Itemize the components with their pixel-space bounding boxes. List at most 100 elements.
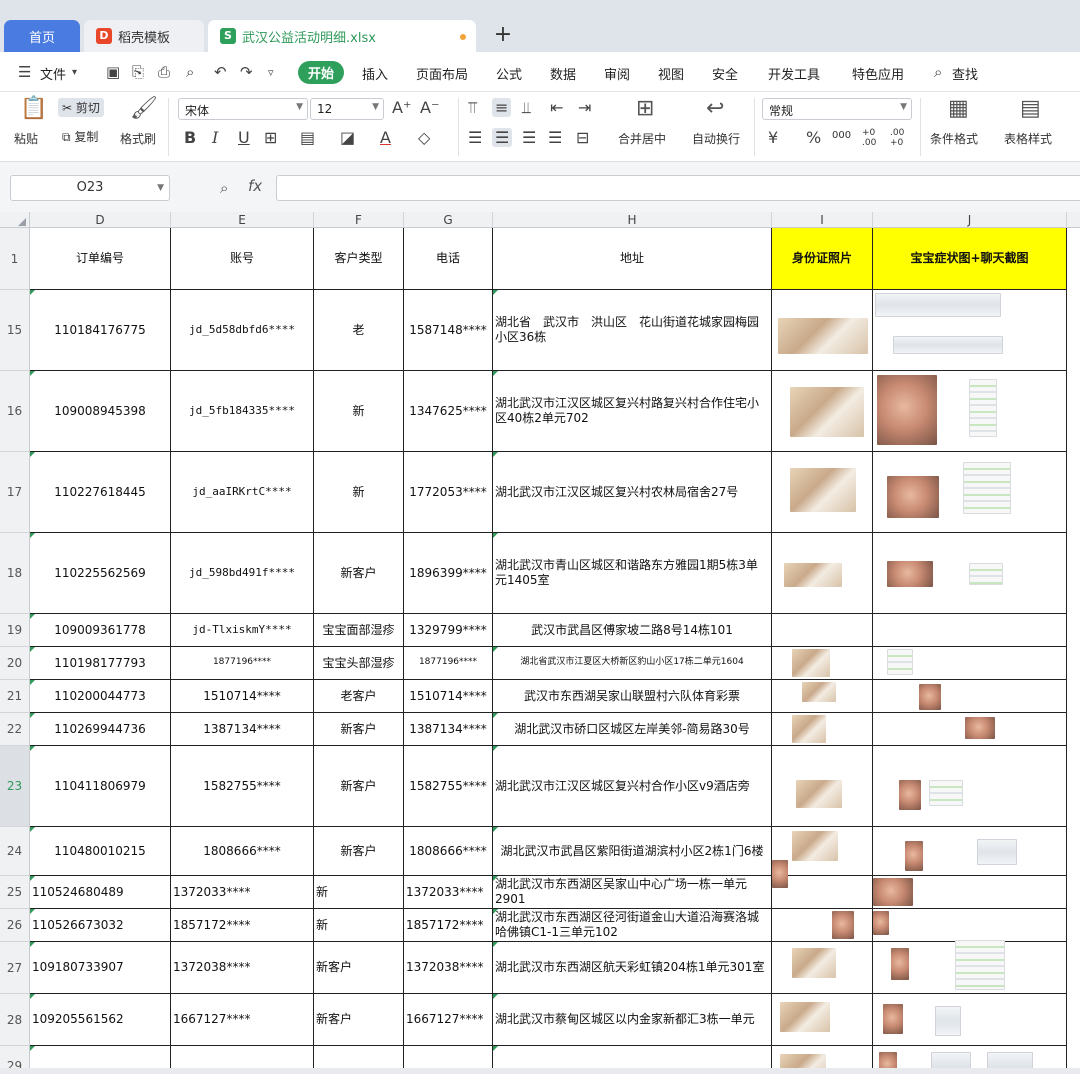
menu-search[interactable]: 查找 — [952, 64, 978, 83]
cell-address[interactable]: 湖北省武汉市江夏区大桥新区豹山小区17栋二单元1604 — [493, 647, 772, 680]
zoom-formula-icon[interactable]: ⌕ — [220, 179, 228, 197]
baby-symptom-photo[interactable] — [919, 684, 941, 710]
cell-address[interactable]: 湖北省 武汉市 洪山区 花山街道花城家园梅园小区36栋 — [493, 290, 772, 371]
font-grow-icon[interactable]: A⁺ — [392, 98, 411, 117]
cell-phone[interactable]: 1857172**** — [404, 909, 493, 942]
print-preview-icon[interactable]: ⌕ — [186, 63, 194, 81]
cell-address[interactable]: 湖北武汉市东西湖区航天彩虹镇204栋1单元301室 — [493, 942, 772, 994]
tab-home[interactable]: 首页 — [4, 20, 80, 52]
header-cell-id-photo[interactable]: 身份证照片 — [772, 228, 873, 290]
cell-symptoms[interactable] — [873, 827, 1067, 876]
column-header-j[interactable]: J — [873, 212, 1067, 228]
cell-account[interactable]: 1372038**** — [171, 942, 314, 994]
cell-account[interactable]: jd_aaIRKrtC**** — [171, 452, 314, 533]
cell-phone[interactable]: 1582755**** — [404, 746, 493, 827]
menu-security[interactable]: 安全 — [712, 64, 738, 83]
export-icon[interactable]: ⎘ — [132, 63, 144, 81]
baby-symptom-photo[interactable] — [887, 561, 933, 587]
cell-account[interactable]: 1510714**** — [171, 680, 314, 713]
column-header-h[interactable]: H — [493, 212, 772, 228]
header-cell-account[interactable]: 账号 — [171, 228, 314, 290]
cell-account[interactable]: jd_5d58dbfd6**** — [171, 290, 314, 371]
id-card-photo[interactable] — [792, 831, 838, 861]
cell-account[interactable]: jd-TlxiskmY**** — [171, 614, 314, 647]
cell-address[interactable]: 湖北武汉市东西湖区吴家山中心广场一栋一单元2901 — [493, 876, 772, 909]
header-cell-symptoms[interactable]: 宝宝症状图+聊天截图 — [873, 228, 1067, 290]
baby-symptom-photo[interactable] — [891, 948, 909, 980]
row-header[interactable]: 20 — [0, 647, 30, 680]
redo-icon[interactable]: ↷ — [240, 63, 253, 81]
customize-icon[interactable]: ▿ — [268, 66, 274, 79]
id-card-photo[interactable] — [790, 387, 864, 437]
cell-account[interactable]: 1808666**** — [171, 827, 314, 876]
baby-symptom-photo[interactable] — [832, 911, 854, 939]
conditional-format-icon[interactable]: ▦ — [948, 96, 969, 121]
menu-page-layout[interactable]: 页面布局 — [416, 64, 468, 83]
menu-file[interactable]: 文件 — [40, 64, 66, 83]
cell-phone[interactable]: 1896399**** — [404, 533, 493, 614]
align-center-icon[interactable]: ☰ — [492, 128, 513, 147]
baby-symptom-photo[interactable] — [873, 911, 889, 935]
thousands-button[interactable]: 000 — [832, 130, 851, 141]
font-size-select[interactable]: 12 ▼ — [310, 98, 384, 120]
tab-template[interactable]: D 稻壳模板 — [84, 20, 204, 52]
cell-phone[interactable]: 1329799**** — [404, 614, 493, 647]
number-format-select[interactable]: 常规 ▼ — [762, 98, 912, 120]
chat-screenshot[interactable] — [893, 336, 1003, 354]
menu-formulas[interactable]: 公式 — [496, 64, 522, 83]
row-header[interactable]: 27 — [0, 942, 30, 994]
cell-type[interactable]: 新 — [314, 909, 404, 942]
copy-button[interactable]: ⧉ 复制 — [62, 128, 98, 145]
header-cell-order[interactable]: 订单编号 — [30, 228, 171, 290]
fill-style-icon[interactable]: ▤ — [300, 128, 315, 147]
baby-symptom-photo[interactable] — [899, 780, 921, 810]
cell-id-photo[interactable] — [772, 614, 873, 647]
cell-id-photo[interactable] — [772, 909, 873, 942]
chat-screenshot[interactable] — [969, 379, 997, 437]
cell-order[interactable]: 110225562569 — [30, 533, 171, 614]
cell-phone[interactable]: 1587148**** — [404, 290, 493, 371]
cell-type[interactable]: 老 — [314, 290, 404, 371]
cell-account[interactable]: 1372033**** — [171, 876, 314, 909]
row-header[interactable]: 16 — [0, 371, 30, 452]
formula-input[interactable] — [276, 175, 1080, 201]
row-header[interactable]: 18 — [0, 533, 30, 614]
cell-symptoms[interactable] — [873, 680, 1067, 713]
cell-address[interactable]: 武汉市东西湖吴家山联盟村六队体育彩票 — [493, 680, 772, 713]
cell-account[interactable]: 1667127**** — [171, 994, 314, 1046]
row-header[interactable]: 17 — [0, 452, 30, 533]
id-card-photo[interactable] — [796, 780, 842, 808]
cell-address[interactable]: 湖北武汉市硚口区城区左岸美邻-简易路30号 — [493, 713, 772, 746]
baby-symptom-photo[interactable] — [887, 476, 939, 518]
conditional-format-button[interactable]: 条件格式 — [930, 130, 978, 147]
cell-order[interactable]: 109180733907 — [30, 942, 171, 994]
header-cell-type[interactable]: 客户类型 — [314, 228, 404, 290]
cell-order[interactable]: 110200044773 — [30, 680, 171, 713]
chat-screenshot[interactable] — [963, 462, 1011, 514]
cell-address[interactable]: 武汉市武昌区傅家坡二路8号14栋101 — [493, 614, 772, 647]
id-card-photo[interactable] — [778, 318, 868, 354]
paste-icon[interactable]: 📋 — [20, 96, 47, 121]
search-icon[interactable]: ⌕ — [934, 63, 942, 81]
id-card-photo[interactable] — [790, 468, 856, 512]
column-header-e[interactable]: E — [171, 212, 314, 228]
cell-order[interactable]: 109205561562 — [30, 994, 171, 1046]
chat-screenshot[interactable] — [935, 1006, 961, 1036]
cell-type[interactable]: 新客户 — [314, 827, 404, 876]
borders-icon[interactable]: ⊞ — [264, 128, 277, 147]
menu-data[interactable]: 数据 — [550, 64, 576, 83]
fill-color-icon[interactable]: ◪ — [340, 128, 355, 147]
table-style-icon[interactable]: ▤ — [1020, 96, 1041, 121]
increase-indent-icon[interactable]: ⇥ — [578, 98, 591, 117]
id-card-photo[interactable] — [792, 948, 836, 978]
menu-home[interactable]: 开始 — [298, 61, 345, 84]
cell-phone[interactable]: 1772053**** — [404, 452, 493, 533]
cell-order[interactable]: 110184176775 — [30, 290, 171, 371]
row-header[interactable]: 1 — [0, 228, 30, 290]
font-shrink-icon[interactable]: A⁻ — [420, 98, 439, 117]
tab-file[interactable]: S 武汉公益活动明细.xlsx — [208, 20, 476, 52]
baby-symptom-photo[interactable] — [772, 860, 788, 888]
id-card-photo[interactable] — [792, 649, 830, 677]
row-header[interactable]: 21 — [0, 680, 30, 713]
format-painter-icon[interactable]: 🖌 — [130, 96, 158, 121]
